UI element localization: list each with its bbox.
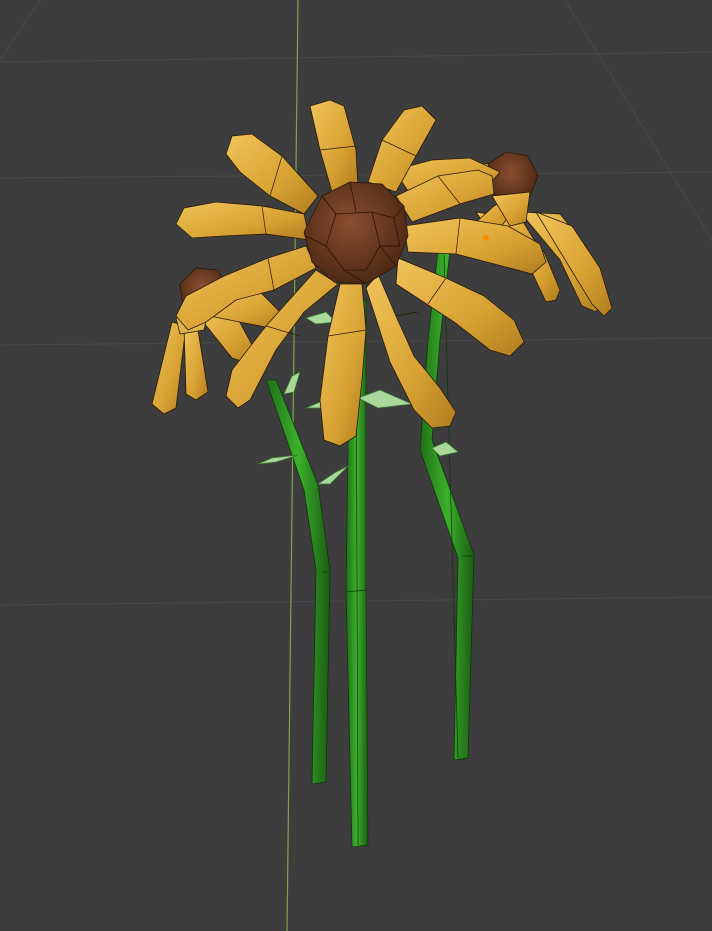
petal-top <box>309 99 359 193</box>
selected-vertex[interactable] <box>483 235 489 241</box>
viewport-scene[interactable] <box>0 0 712 931</box>
leaf-5 <box>283 371 301 395</box>
stems <box>265 249 475 848</box>
front-flower-center <box>303 181 409 285</box>
petal <box>151 321 187 415</box>
petal <box>183 325 209 401</box>
petal-top-left <box>225 133 319 215</box>
left-stem <box>265 379 331 785</box>
leaf-2 <box>316 465 349 485</box>
petal-left <box>175 201 311 241</box>
3d-viewport[interactable] <box>0 0 712 931</box>
